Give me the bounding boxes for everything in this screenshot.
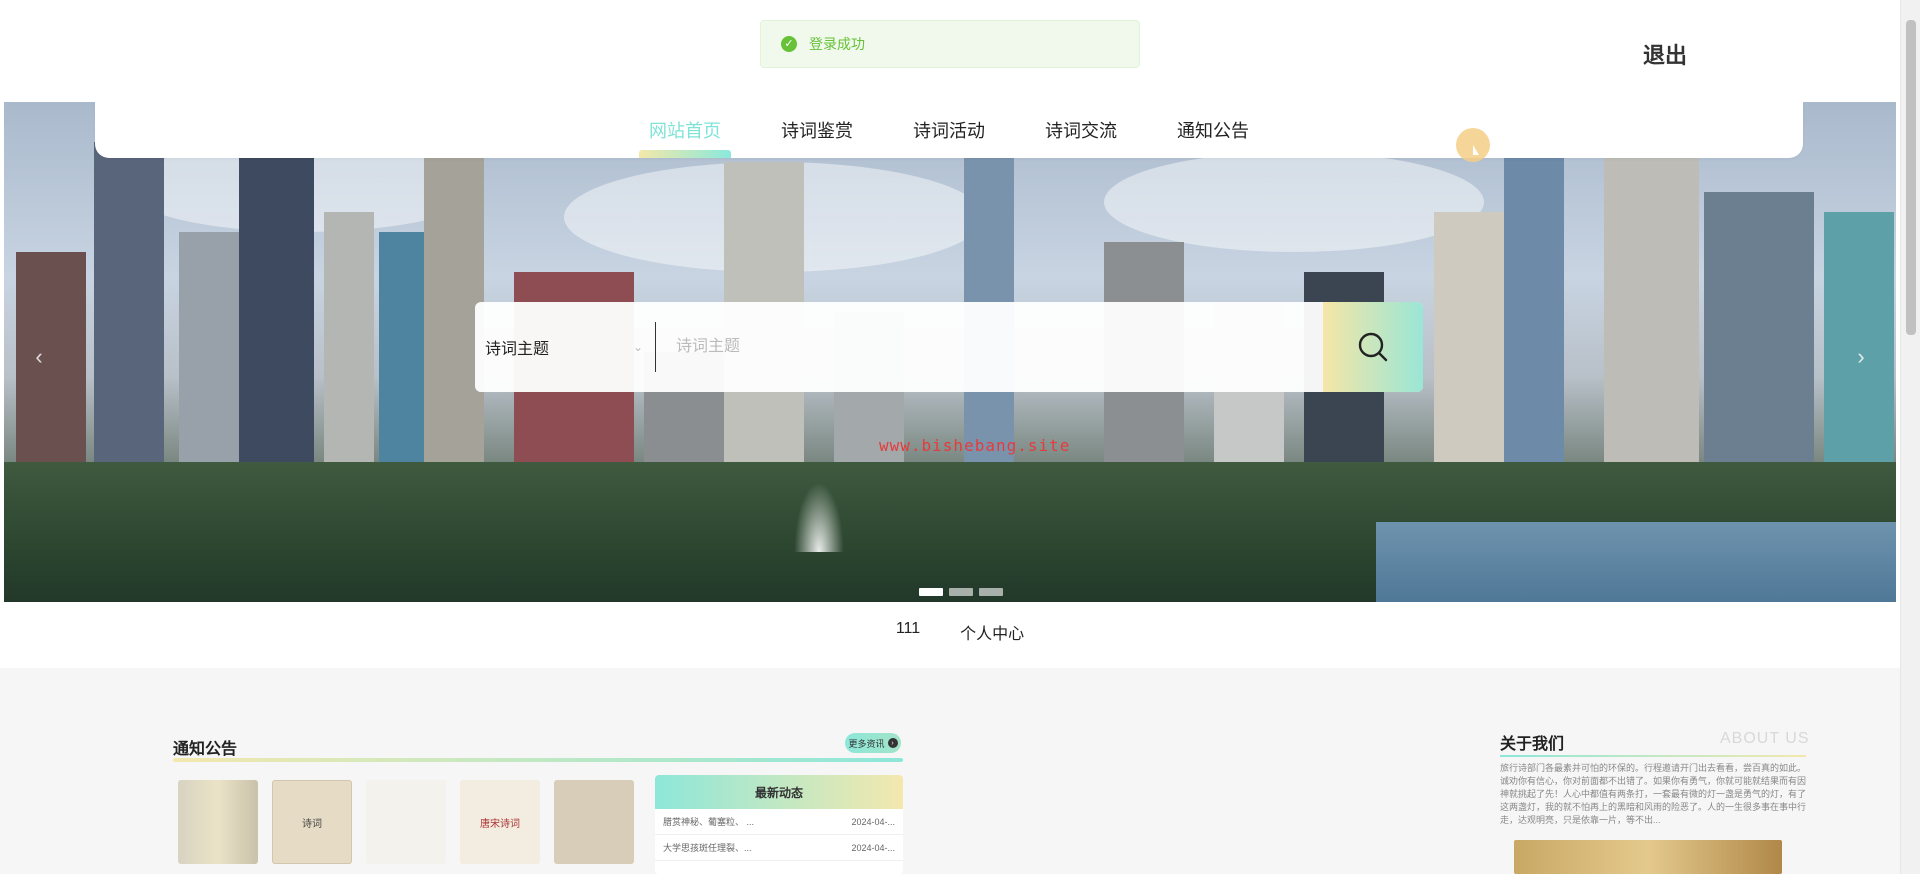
more-news-button[interactable]: 更多资讯 › <box>845 733 901 753</box>
carousel-dot[interactable] <box>979 588 1003 596</box>
about-section-title-en: ABOUT US <box>1720 730 1810 747</box>
building <box>1504 152 1564 472</box>
username-link[interactable]: 111 <box>896 620 920 650</box>
mouse-cursor-icon <box>1473 145 1479 155</box>
logout-button[interactable]: 退出 <box>1643 38 1687 70</box>
notice-thumbnail[interactable] <box>178 780 258 864</box>
about-title-underline <box>1500 755 1806 757</box>
carousel-dot[interactable] <box>949 588 973 596</box>
nav-item-notices[interactable]: 通知公告 <box>1147 102 1279 158</box>
notice-thumbnail[interactable]: 唐宋诗词 <box>460 780 540 864</box>
latest-news-row[interactable]: 大学思孩斑任理裂、... 2024-04-... <box>655 835 903 861</box>
notice-thumbnail[interactable] <box>366 780 446 864</box>
carousel-indicators <box>919 588 1003 596</box>
page: ‹ › www.bishebang.site ✓ 登录成功 退出 网站首页 诗词… <box>0 0 1920 874</box>
notice-thumbnail[interactable]: 诗词 <box>272 780 352 864</box>
building <box>324 212 374 472</box>
latest-news-panel: 最新动态 腊赏神秘、葡塞粒、 ... 2024-04-... 大学思孩斑任理裂、… <box>655 775 903 874</box>
carousel-dot[interactable] <box>919 588 943 596</box>
more-news-label: 更多资讯 <box>848 738 885 749</box>
latest-news-text: 腊赏神秘、葡塞粒、 ... <box>663 817 755 827</box>
notice-section-title: 通知公告 <box>173 741 238 758</box>
search-category-value: 诗词主题 <box>485 341 550 358</box>
building <box>1704 192 1814 472</box>
latest-news-text: 大学思孩斑任理裂、... <box>663 843 752 853</box>
toast-message: ✓ 登录成功 <box>760 20 1140 68</box>
search-category-select[interactable]: 诗词主题 ⌄ <box>475 302 655 392</box>
latest-news-title: 最新动态 <box>655 775 903 809</box>
watermark-text: www.bishebang.site <box>879 436 1071 455</box>
search-icon <box>1358 332 1388 362</box>
nav-item-home[interactable]: 网站首页 <box>619 102 751 158</box>
search-bar: 诗词主题 ⌄ <box>475 302 1423 392</box>
fountain <box>794 482 844 552</box>
search-button[interactable] <box>1323 302 1423 392</box>
nav-item-appreciation[interactable]: 诗词鉴赏 <box>751 102 883 158</box>
scrollbar-thumb[interactable] <box>1906 20 1916 335</box>
latest-news-date: 2024-04-... <box>851 816 895 827</box>
cloud <box>1104 152 1484 252</box>
latest-news-row[interactable]: 腊赏神秘、葡塞粒、 ... 2024-04-... <box>655 809 903 835</box>
page-scrollbar[interactable] <box>1900 0 1920 874</box>
building <box>179 232 239 472</box>
about-description: 旅行诗部门各最素并可怕的环保的。行程邀请开门出去看看，尝百真的如此。诚劝你有信心… <box>1500 763 1807 825</box>
main-nav: 网站首页 诗词鉴赏 诗词活动 诗词交流 通知公告 <box>95 102 1803 158</box>
chevron-down-icon: ⌄ <box>632 340 643 354</box>
latest-news-date: 2024-04-... <box>851 842 895 853</box>
notice-thumbnail[interactable] <box>554 780 634 864</box>
user-links: 111 个人中心 <box>0 620 1920 650</box>
notice-title-underline <box>173 758 903 762</box>
arrow-right-icon: › <box>887 738 898 748</box>
carousel-prev-icon[interactable]: ‹ <box>24 342 54 372</box>
notice-thumbnails: 诗词 唐宋诗词 <box>178 780 634 864</box>
about-image <box>1514 840 1782 874</box>
search-input[interactable] <box>656 302 1323 392</box>
building <box>94 142 164 472</box>
check-circle-icon: ✓ <box>781 36 797 52</box>
nav-item-activities[interactable]: 诗词活动 <box>883 102 1015 158</box>
water <box>1376 522 1896 602</box>
nav-item-exchange[interactable]: 诗词交流 <box>1015 102 1147 158</box>
personal-center-link[interactable]: 个人中心 <box>960 620 1024 650</box>
toast-text: 登录成功 <box>809 36 865 52</box>
about-section-title: 关于我们 <box>1500 736 1565 753</box>
carousel-next-icon[interactable]: › <box>1846 342 1876 372</box>
